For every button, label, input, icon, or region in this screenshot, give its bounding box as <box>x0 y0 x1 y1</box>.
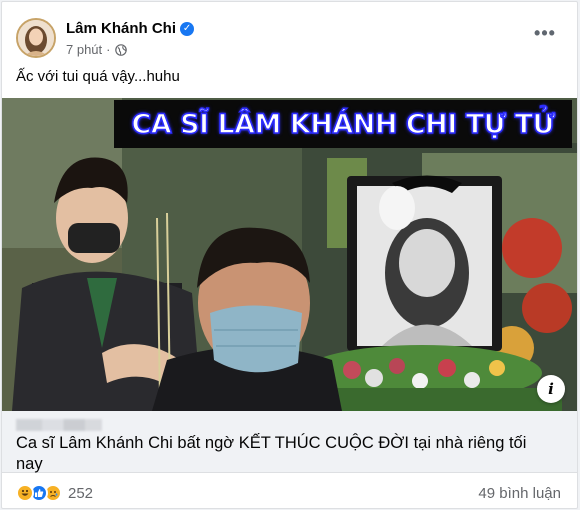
post-time[interactable]: 7 phút <box>66 42 102 57</box>
reactions-summary[interactable]: 252 <box>16 484 93 502</box>
post-caption: Ấc với tui quá vậy...huhu <box>16 68 180 85</box>
headline-banner: CA SĨ LÂM KHÁNH CHI TỰ TỬ <box>114 100 572 148</box>
more-options-button[interactable]: ••• <box>531 24 559 46</box>
haha-icon <box>16 484 34 502</box>
post-image[interactable]: CA SĨ LÂM KHÁNH CHI TỰ TỬ i <box>2 98 577 411</box>
link-title[interactable]: Ca sĩ Lâm Khánh Chi bất ngờ KẾT THÚC CUỘ… <box>16 433 536 475</box>
link-domain-blurred <box>16 419 102 431</box>
post-footer: 252 49 bình luận <box>2 474 577 508</box>
post-meta: 7 phút · <box>66 42 127 57</box>
avatar-image <box>18 20 54 56</box>
link-preview[interactable]: Ca sĩ Lâm Khánh Chi bất ngờ KẾT THÚC CUỘ… <box>2 411 577 475</box>
author-name[interactable]: Lâm Khánh Chi ✓ <box>66 20 195 37</box>
headline-text: CA SĨ LÂM KHÁNH CHI TỰ TỬ <box>131 108 556 141</box>
comments-count[interactable]: 49 bình luận <box>478 485 561 502</box>
verified-badge-icon: ✓ <box>180 21 195 36</box>
globe-icon[interactable] <box>114 43 127 56</box>
post-card: Lâm Khánh Chi ✓ 7 phút · ••• Ấc với tui … <box>1 1 578 509</box>
author-avatar[interactable] <box>16 18 56 58</box>
post-header: Lâm Khánh Chi ✓ 7 phút · ••• <box>12 12 567 60</box>
reaction-count[interactable]: 252 <box>68 485 93 502</box>
info-button[interactable]: i <box>537 375 565 403</box>
author-name-text[interactable]: Lâm Khánh Chi <box>66 20 176 37</box>
